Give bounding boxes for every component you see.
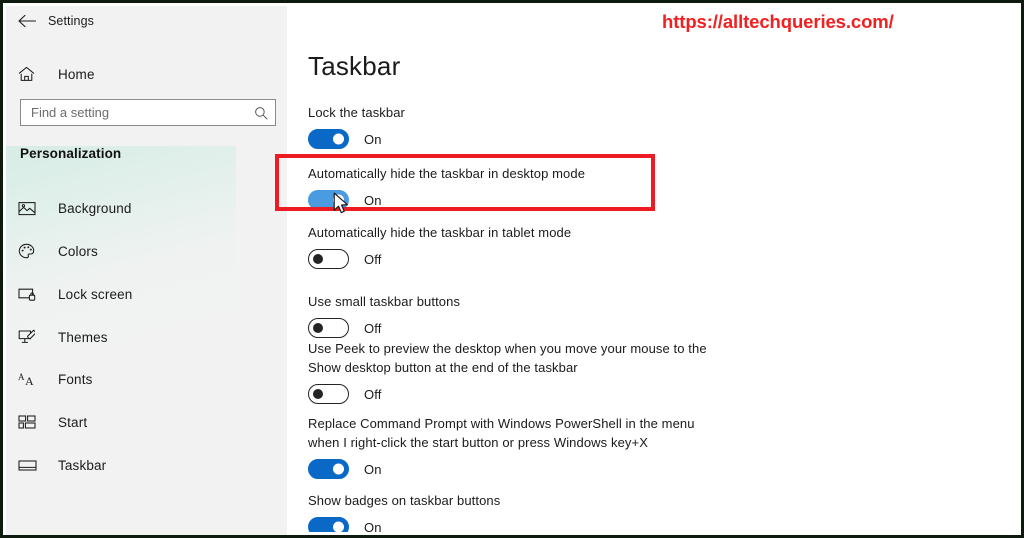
sidebar-item-label: Themes	[58, 329, 108, 345]
toggle-state-label: Off	[364, 251, 382, 267]
toggle-row: On	[308, 129, 405, 149]
sidebar-item-colors[interactable]: Colors	[6, 233, 287, 269]
toggle-state-label: Off	[364, 386, 382, 402]
themes-brush-icon	[18, 329, 58, 345]
toggle-state-label: On	[364, 192, 382, 208]
setting-small-taskbar-buttons: Use small taskbar buttons Off	[308, 292, 460, 338]
setting-label: Use small taskbar buttons	[308, 294, 461, 309]
toggle-knob	[313, 389, 323, 399]
page-title: Taskbar	[308, 51, 401, 81]
fonts-icon: A A	[18, 371, 58, 387]
sidebar-item-taskbar[interactable]: Taskbar	[6, 447, 287, 483]
settings-window: Settings Home Personalization	[0, 0, 1024, 538]
sidebar-item-themes[interactable]: Themes	[6, 319, 287, 355]
sidebar-item-label: Start	[58, 414, 88, 430]
search-input[interactable]	[21, 100, 247, 125]
toggle-knob	[333, 521, 344, 532]
toggle-auto-hide-tablet-mode[interactable]	[308, 249, 349, 269]
svg-text:A: A	[18, 372, 25, 382]
window-title: Settings	[48, 14, 94, 28]
toggle-state-label: Off	[364, 320, 382, 336]
home-icon	[18, 66, 58, 82]
toggle-auto-hide-desktop-mode[interactable]	[308, 190, 349, 210]
sidebar-item-home[interactable]: Home	[6, 56, 287, 92]
svg-text:A: A	[25, 374, 34, 387]
watermark-url: https://alltechqueries.com/	[662, 11, 894, 32]
sidebar-item-background[interactable]: Background	[6, 190, 287, 226]
back-button[interactable]	[6, 6, 48, 36]
toggle-row: Off	[308, 318, 460, 338]
toggle-knob	[333, 194, 344, 206]
palette-icon	[18, 243, 58, 260]
sidebar-item-label: Fonts	[58, 371, 93, 387]
setting-auto-hide-tablet-mode: Automatically hide the taskbar in tablet…	[308, 223, 571, 269]
sidebar-item-start[interactable]: Start	[6, 404, 287, 440]
toggle-show-badges[interactable]	[308, 517, 349, 532]
toggle-row: Off	[308, 249, 571, 269]
toggle-replace-command-prompt[interactable]	[308, 459, 349, 479]
toggle-state-label: On	[364, 519, 382, 533]
toggle-lock-the-taskbar[interactable]	[308, 129, 349, 149]
setting-label: Automatically hide the taskbar in deskto…	[308, 166, 586, 181]
sidebar-item-label: Colors	[58, 243, 98, 259]
toggle-state-label: On	[364, 131, 382, 147]
sidebar-item-lock-screen[interactable]: Lock screen	[6, 276, 287, 312]
setting-lock-the-taskbar: Lock the taskbar On	[308, 103, 405, 149]
setting-show-badges: Show badges on taskbar buttons On	[308, 491, 500, 532]
toggle-state-label: On	[364, 461, 382, 477]
window-titlebar: Settings	[6, 6, 287, 36]
toggle-knob	[313, 254, 323, 264]
setting-use-peek: Use Peek to preview the desktop when you…	[308, 339, 707, 404]
toggle-row: On	[308, 190, 585, 210]
toggle-row: Off	[308, 384, 707, 404]
toggle-knob	[313, 323, 323, 333]
toggle-knob	[333, 463, 344, 475]
setting-label: Replace Command Prompt with Windows Powe…	[308, 416, 695, 450]
setting-label: Show badges on taskbar buttons	[308, 493, 501, 508]
start-tiles-icon	[18, 415, 58, 429]
toggle-use-peek[interactable]	[308, 384, 349, 404]
setting-auto-hide-desktop-mode: Automatically hide the taskbar in deskto…	[308, 164, 585, 210]
main-content: https://alltechqueries.com/ Taskbar Lock…	[287, 6, 1018, 532]
setting-replace-command-prompt: Replace Command Prompt with Windows Powe…	[308, 414, 695, 479]
sidebar-item-label: Lock screen	[58, 286, 133, 302]
sidebar: Settings Home Personalization	[6, 6, 287, 535]
search-icon	[247, 106, 275, 120]
setting-label: Lock the taskbar	[308, 105, 405, 120]
search-box[interactable]	[20, 99, 276, 126]
setting-label: Use Peek to preview the desktop when you…	[308, 341, 707, 375]
sidebar-item-label: Home	[58, 66, 95, 82]
toggle-row: On	[308, 459, 695, 479]
toggle-knob	[333, 133, 344, 145]
toggle-row: On	[308, 517, 500, 532]
lock-screen-icon	[18, 287, 58, 302]
image-icon	[18, 201, 58, 216]
back-arrow-icon	[17, 14, 36, 28]
taskbar-icon	[18, 459, 58, 472]
sidebar-item-label: Background	[58, 200, 132, 216]
sidebar-item-label: Taskbar	[58, 457, 107, 473]
toggle-small-taskbar-buttons[interactable]	[308, 318, 349, 338]
setting-label: Automatically hide the taskbar in tablet…	[308, 225, 572, 240]
sidebar-item-fonts[interactable]: A A Fonts	[6, 361, 287, 397]
sidebar-section-heading: Personalization	[20, 146, 122, 161]
